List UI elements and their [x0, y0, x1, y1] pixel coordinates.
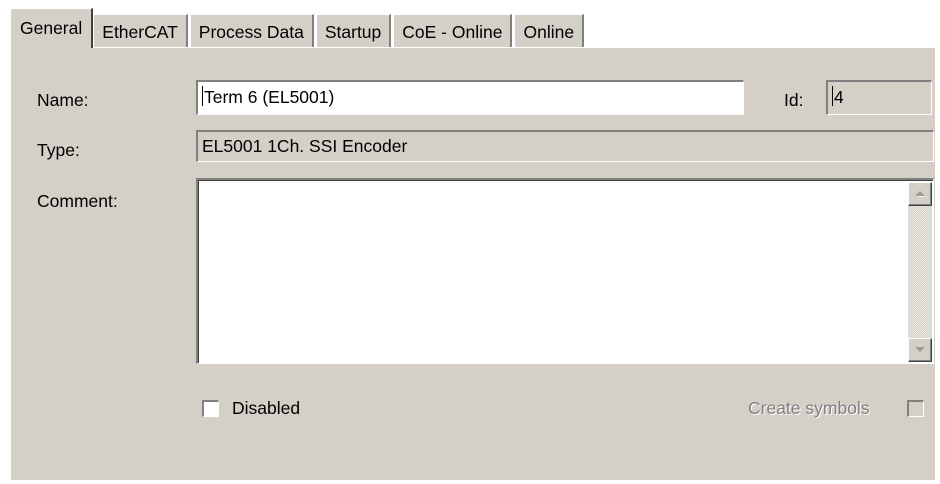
tab-startup[interactable]: Startup — [315, 14, 392, 48]
tab-strip: General EtherCAT Process Data Startup Co… — [10, 8, 586, 48]
disabled-checkbox[interactable] — [202, 400, 219, 417]
type-label: Type: — [37, 140, 80, 160]
arrow-up-icon — [915, 191, 926, 197]
text-caret — [832, 86, 833, 106]
tab-coe-online[interactable]: CoE - Online — [393, 14, 513, 48]
tab-ethercat[interactable]: EtherCAT — [93, 14, 188, 48]
id-value: 4 — [834, 87, 844, 107]
arrow-down-icon — [915, 347, 925, 352]
tab-general[interactable]: General — [10, 8, 94, 48]
create-symbols-label: Create symbols — [748, 398, 870, 418]
id-field: 4 — [826, 80, 932, 115]
tab-online[interactable]: Online — [514, 14, 585, 48]
scroll-down-button[interactable] — [908, 338, 932, 362]
create-symbols-checkbox — [907, 400, 924, 417]
disabled-label[interactable]: Disabled — [232, 398, 300, 419]
id-label: Id: — [784, 90, 804, 110]
name-field[interactable]: Term 6 (EL5001) — [196, 80, 744, 115]
scroll-up-button[interactable] — [908, 182, 932, 206]
comment-text-area[interactable] — [198, 180, 933, 363]
type-field: EL5001 1Ch. SSI Encoder — [196, 130, 934, 162]
name-value: Term 6 (EL5001) — [204, 87, 335, 107]
text-caret — [202, 86, 203, 106]
general-panel: Name: Term 6 (EL5001) Id: 4 Type: EL5001… — [10, 47, 935, 480]
properties-window: General EtherCAT Process Data Startup Co… — [0, 0, 940, 484]
tab-process-data[interactable]: Process Data — [189, 14, 314, 48]
type-value: EL5001 1Ch. SSI Encoder — [202, 136, 408, 156]
comment-textarea[interactable] — [196, 178, 934, 364]
comment-label: Comment: — [37, 191, 118, 211]
comment-scrollbar[interactable] — [908, 182, 932, 362]
name-label: Name: — [37, 90, 89, 110]
